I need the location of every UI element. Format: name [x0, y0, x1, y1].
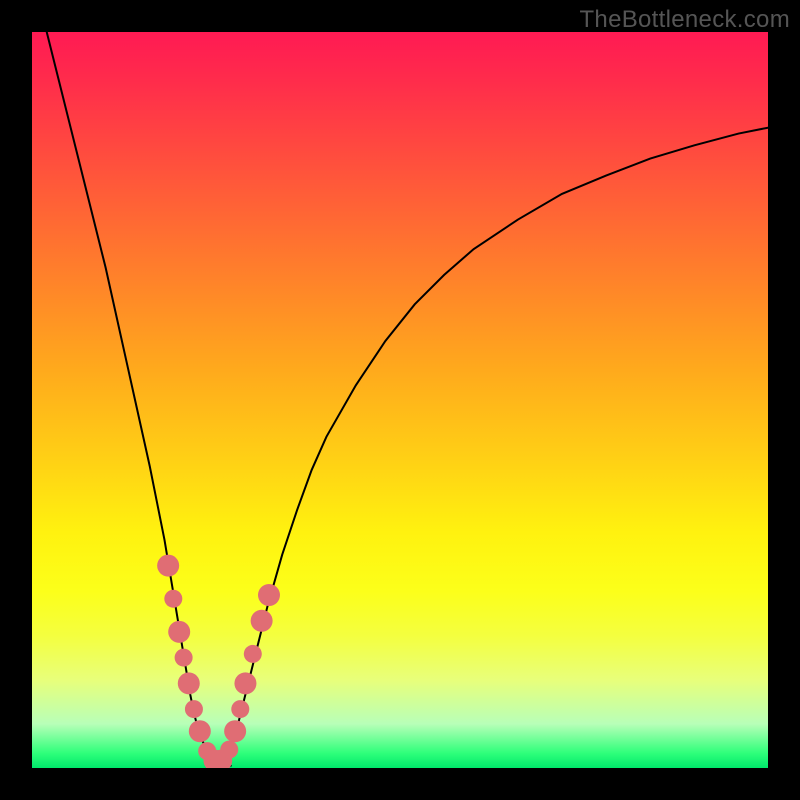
curve-right [216, 128, 768, 766]
data-point [157, 555, 179, 577]
data-point [185, 700, 203, 718]
data-point [175, 649, 193, 667]
data-point [164, 590, 182, 608]
watermark-text: TheBottleneck.com [579, 6, 790, 34]
data-point [258, 584, 280, 606]
data-point [178, 672, 200, 694]
data-point [220, 741, 238, 759]
plot-area [32, 32, 768, 768]
data-point [224, 720, 246, 742]
chart-svg [32, 32, 768, 768]
data-point [231, 700, 249, 718]
data-markers [157, 555, 280, 768]
data-point [189, 720, 211, 742]
curve-left [47, 32, 231, 766]
chart-frame: TheBottleneck.com [0, 0, 800, 800]
data-point [251, 610, 273, 632]
data-point [234, 672, 256, 694]
data-point [168, 621, 190, 643]
data-point [244, 645, 262, 663]
